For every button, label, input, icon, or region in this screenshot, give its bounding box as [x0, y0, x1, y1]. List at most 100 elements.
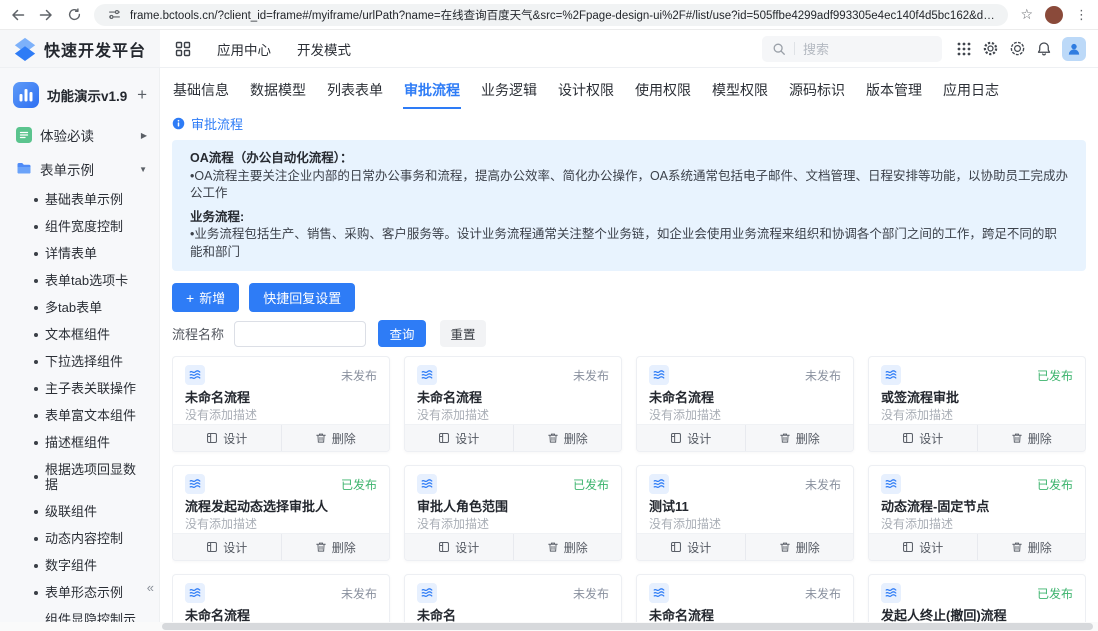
- sidebar-item[interactable]: 根据选项回显数据: [0, 456, 159, 498]
- reset-button[interactable]: 重置: [440, 320, 487, 347]
- menu-app-center[interactable]: 应用中心: [217, 39, 271, 59]
- workflow-icon: [881, 365, 901, 385]
- status-badge: 已发布: [340, 477, 377, 492]
- tab-list-form[interactable]: 列表表单: [326, 71, 384, 109]
- browser-menu-icon[interactable]: ⋮: [1075, 7, 1088, 23]
- design-button[interactable]: 设计: [405, 534, 513, 560]
- sidebar-item[interactable]: 详情表单: [0, 240, 159, 267]
- process-name-input[interactable]: [234, 320, 367, 347]
- sidebar-item[interactable]: 动态内容控制: [0, 525, 159, 552]
- design-button[interactable]: 设计: [637, 425, 745, 451]
- section-title: 审批流程: [191, 117, 244, 132]
- user-avatar[interactable]: [1062, 36, 1086, 61]
- tab-data-model[interactable]: 数据模型: [249, 71, 307, 109]
- sidebar-item[interactable]: 数字组件: [0, 552, 159, 579]
- sidebar-group-form-examples[interactable]: 表单示例 ▼: [0, 152, 159, 186]
- card-desc: 没有添加描述: [649, 517, 722, 531]
- process-card: 未发布 未命名 没有添加描述 设计 删除: [404, 574, 622, 628]
- bell-icon[interactable]: [1036, 41, 1052, 57]
- scrollbar-thumb[interactable]: [162, 623, 1093, 630]
- browser-profile-avatar[interactable]: [1045, 5, 1063, 24]
- workflow-icon: [185, 365, 205, 385]
- dev-tools-icon[interactable]: [1009, 40, 1026, 57]
- delete-button[interactable]: 删除: [280, 425, 390, 451]
- tab-business-logic[interactable]: 业务逻辑: [480, 71, 538, 109]
- reload-icon[interactable]: [66, 7, 82, 23]
- tab-approval-flow[interactable]: 审批流程: [403, 71, 461, 109]
- status-badge: 未发布: [804, 477, 841, 492]
- global-search-input[interactable]: 搜索: [762, 35, 942, 62]
- delete-button[interactable]: 删除: [976, 534, 1086, 560]
- quick-reply-settings-button[interactable]: 快捷回复设置: [249, 283, 356, 312]
- delete-button[interactable]: 删除: [976, 425, 1086, 451]
- sidebar-item[interactable]: 组件宽度控制: [0, 213, 159, 240]
- sidebar-collapse-button[interactable]: «: [147, 580, 154, 595]
- sidebar-item[interactable]: 表单富文本组件: [0, 402, 159, 429]
- apps-grid-icon[interactable]: [956, 41, 972, 57]
- info-bullet: •OA流程主要关注企业内部的日常办公事务和流程，提高办公效率、简化办公操作，OA…: [190, 168, 1068, 201]
- card-desc: 没有添加描述: [881, 517, 954, 531]
- design-button[interactable]: 设计: [869, 425, 977, 451]
- app-center-grid-icon[interactable]: [175, 41, 191, 57]
- design-icon: [438, 432, 450, 444]
- delete-label: 删除: [795, 431, 820, 446]
- folder-icon: [16, 161, 32, 177]
- tab-use-permission[interactable]: 使用权限: [634, 71, 692, 109]
- sidebar-app-header[interactable]: 功能演示v1.9 +: [0, 78, 159, 118]
- card-desc: 没有添加描述: [649, 408, 722, 422]
- sidebar-item[interactable]: 文本框组件: [0, 321, 159, 348]
- tab-source-mark[interactable]: 源码标识: [788, 71, 846, 109]
- delete-button[interactable]: 删除: [280, 534, 390, 560]
- card-desc: 没有添加描述: [417, 408, 490, 422]
- gear-icon[interactable]: [982, 40, 999, 57]
- card-desc: 没有添加描述: [185, 517, 258, 531]
- card-footer: 设计 删除: [173, 424, 389, 451]
- design-icon: [206, 541, 218, 553]
- sidebar-group-label: 体验必读: [40, 129, 94, 144]
- delete-button[interactable]: 删除: [744, 425, 854, 451]
- query-button[interactable]: 查询: [378, 320, 427, 347]
- workflow-icon: [417, 365, 437, 385]
- workflow-icon: [417, 474, 437, 494]
- tab-design-permission[interactable]: 设计权限: [557, 71, 615, 109]
- app-logo[interactable]: 快速开发平台: [0, 30, 160, 67]
- chevron-down-icon: ▼: [139, 164, 147, 174]
- sidebar-item[interactable]: 基础表单示例: [0, 186, 159, 213]
- design-button[interactable]: 设计: [173, 534, 281, 560]
- add-button[interactable]: + 新增: [172, 283, 240, 312]
- info-heading: 业务流程:: [190, 209, 245, 224]
- sidebar-item[interactable]: 下拉选择组件: [0, 348, 159, 375]
- design-label: 设计: [223, 540, 248, 555]
- design-button[interactable]: 设计: [173, 425, 281, 451]
- sidebar-item[interactable]: 多tab表单: [0, 294, 159, 321]
- sidebar-group-guide[interactable]: 体验必读 ▶: [0, 118, 159, 152]
- workflow-icon: [649, 583, 669, 603]
- tab-app-log[interactable]: 应用日志: [942, 71, 1000, 109]
- tab-model-permission[interactable]: 模型权限: [711, 71, 769, 109]
- workflow-icon: [881, 474, 901, 494]
- address-bar[interactable]: frame.bctools.cn/?client_id=frame#/myifr…: [94, 3, 1009, 26]
- sidebar-item[interactable]: 描述框组件: [0, 429, 159, 456]
- bookmark-star-icon[interactable]: ☆: [1020, 6, 1033, 23]
- menu-dev-mode[interactable]: 开发模式: [297, 39, 351, 59]
- sidebar-item[interactable]: 级联组件: [0, 498, 159, 525]
- status-badge: 未发布: [804, 368, 841, 383]
- back-icon[interactable]: [10, 7, 26, 23]
- design-button[interactable]: 设计: [869, 534, 977, 560]
- forward-icon[interactable]: [38, 7, 54, 23]
- design-button[interactable]: 设计: [405, 425, 513, 451]
- site-controls-icon[interactable]: [106, 7, 122, 23]
- tab-version-management[interactable]: 版本管理: [865, 71, 923, 109]
- tab-basic-info[interactable]: 基础信息: [172, 71, 230, 109]
- sidebar-item[interactable]: 主子表关联操作: [0, 375, 159, 402]
- sidebar-item[interactable]: 表单tab选项卡: [0, 267, 159, 294]
- add-app-button[interactable]: +: [137, 85, 147, 105]
- delete-button[interactable]: 删除: [512, 425, 622, 451]
- design-label: 设计: [223, 431, 248, 446]
- process-card: 已发布 审批人角色范围 没有添加描述 设计 删除: [404, 465, 622, 561]
- design-button[interactable]: 设计: [637, 534, 745, 560]
- sidebar-item[interactable]: 表单形态示例: [0, 579, 159, 606]
- delete-button[interactable]: 删除: [744, 534, 854, 560]
- design-icon: [902, 432, 914, 444]
- delete-button[interactable]: 删除: [512, 534, 622, 560]
